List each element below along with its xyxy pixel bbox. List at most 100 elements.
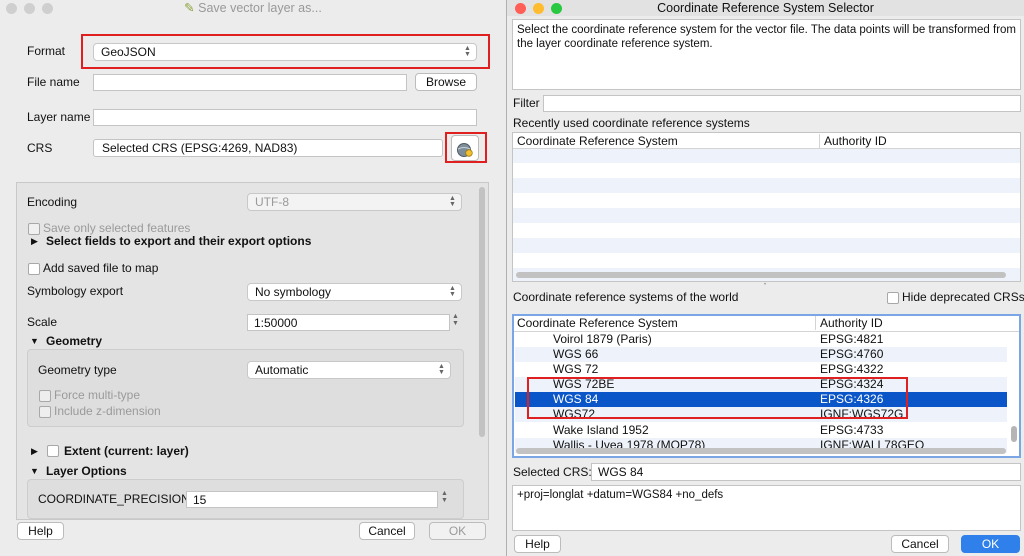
crs-field[interactable]: Selected CRS (EPSG:4269, NAD83): [93, 139, 443, 157]
recent-table-header: Coordinate Reference System Authority ID: [513, 133, 1020, 149]
crs-authority-id: EPSG:4733: [820, 423, 884, 437]
description-box: Select the coordinate reference system f…: [512, 19, 1021, 90]
force-multi-checkbox[interactable]: [39, 390, 51, 402]
geometry-type-combobox[interactable]: Automatic ▲ ▼: [247, 361, 451, 379]
coord-precision-spinner-icon[interactable]: ▲ ▼: [441, 490, 448, 504]
description-text: Select the coordinate reference system f…: [517, 24, 1016, 50]
filter-label: Filter: [513, 96, 540, 110]
world-vscrollbar[interactable]: [1011, 426, 1017, 442]
coord-precision-field[interactable]: 15: [186, 491, 438, 508]
crs-button-annotation-box: [445, 132, 487, 163]
geometry-type-value: Automatic: [255, 363, 309, 377]
left-titlebar: ✎ Save vector layer as...: [0, 0, 506, 16]
add-saved-label: Add saved file to map: [43, 261, 159, 275]
layer-options-collapse-icon[interactable]: ▼: [30, 466, 39, 476]
minimize-window-button[interactable]: [533, 3, 544, 14]
selected-crs-value: WGS 84: [598, 465, 644, 479]
close-window-button[interactable]: [6, 3, 17, 14]
crs-selector-dialog: Coordinate Reference System Selector Sel…: [506, 0, 1024, 556]
crs-authority-id: EPSG:4322: [820, 362, 884, 376]
crs-name: Voirol 1879 (Paris): [553, 332, 652, 346]
left-help-button[interactable]: Help: [17, 522, 64, 540]
right-titlebar: Coordinate Reference System Selector: [507, 0, 1024, 16]
left-cancel-button[interactable]: Cancel: [359, 522, 415, 540]
format-label: Format: [27, 44, 66, 58]
scale-value: 1:50000: [254, 316, 298, 330]
add-saved-checkbox[interactable]: [28, 263, 40, 275]
symbology-chevron-icon: ▲ ▼: [449, 285, 456, 298]
geometry-type-label: Geometry type: [38, 363, 117, 377]
coord-precision-value: 15: [193, 493, 207, 507]
world-col-auth[interactable]: Authority ID: [815, 316, 883, 330]
include-z-label: Include z-dimension: [54, 404, 161, 418]
table-row[interactable]: WGS 66 EPSG:4760: [515, 347, 1007, 362]
layername-input[interactable]: [93, 109, 477, 126]
browse-button[interactable]: Browse: [415, 73, 477, 91]
filename-input[interactable]: [93, 74, 407, 91]
selected-crs-label: Selected CRS:: [513, 465, 592, 479]
world-table-header: Coordinate Reference System Authority ID: [514, 316, 1019, 332]
qgis-pencil-icon: ✎: [184, 1, 195, 15]
geometry-header[interactable]: Geometry: [46, 334, 102, 348]
options-scrollbar[interactable]: [479, 187, 485, 437]
save-vector-layer-dialog: ✎ Save vector layer as... Format GeoJSON…: [0, 0, 506, 556]
table-row[interactable]: Voirol 1879 (Paris) EPSG:4821: [515, 332, 1007, 347]
zoom-window-button[interactable]: [551, 3, 562, 14]
recent-hscrollbar[interactable]: [516, 272, 1006, 278]
world-crs-label: Coordinate reference systems of the worl…: [513, 290, 739, 304]
right-help-button[interactable]: Help: [514, 535, 561, 553]
encoding-combobox[interactable]: UTF-8 ▲ ▼: [247, 193, 462, 211]
save-selected-checkbox[interactable]: [28, 223, 40, 235]
crs-name: Wake Island 1952: [553, 423, 649, 437]
symbology-combobox[interactable]: No symbology ▲ ▼: [247, 283, 462, 301]
extent-checkbox[interactable]: [47, 445, 59, 457]
recent-crs-label: Recently used coordinate reference syste…: [513, 116, 750, 130]
world-col-crs[interactable]: Coordinate Reference System: [517, 316, 678, 330]
right-window-title: Coordinate Reference System Selector: [657, 1, 874, 15]
close-window-button[interactable]: [515, 3, 526, 14]
recent-col-auth[interactable]: Authority ID: [819, 134, 887, 148]
encoding-value: UTF-8: [255, 195, 289, 209]
table-row[interactable]: Wake Island 1952 EPSG:4733: [515, 423, 1007, 438]
zoom-window-button[interactable]: [42, 3, 53, 14]
layername-label: Layer name: [27, 110, 91, 124]
left-ok-button[interactable]: OK: [429, 522, 486, 540]
table-row[interactable]: WGS 72 EPSG:4322: [515, 362, 1007, 377]
select-fields-expand-icon[interactable]: ▶: [31, 236, 38, 247]
include-z-checkbox[interactable]: [39, 406, 51, 418]
crs-name: WGS 66: [553, 347, 599, 361]
encoding-label: Encoding: [27, 195, 78, 209]
filename-label: File name: [27, 75, 80, 89]
recent-crs-table[interactable]: Coordinate Reference System Authority ID: [512, 132, 1021, 282]
right-ok-button[interactable]: OK: [961, 535, 1020, 553]
coord-precision-label: COORDINATE_PRECISION: [38, 492, 190, 506]
splitter-handle[interactable]: •: [764, 282, 770, 288]
layer-options-header[interactable]: Layer Options: [46, 464, 127, 478]
scale-label: Scale: [27, 315, 58, 329]
geometry-type-chevron-icon: ▲ ▼: [438, 363, 445, 376]
crs-authority-id: EPSG:4760: [820, 347, 884, 361]
select-fields-header[interactable]: Select fields to export and their export…: [46, 234, 311, 248]
extent-expand-icon[interactable]: ▶: [31, 446, 38, 457]
proj-definition-box: +proj=longlat +datum=WGS84 +no_defs: [512, 485, 1021, 531]
filter-input[interactable]: [543, 95, 1021, 112]
recent-col-crs[interactable]: Coordinate Reference System: [517, 134, 678, 148]
geometry-collapse-icon[interactable]: ▼: [30, 336, 39, 346]
selected-crs-field: WGS 84: [591, 463, 1021, 481]
crs-value: Selected CRS (EPSG:4269, NAD83): [102, 141, 298, 155]
scale-field[interactable]: 1:50000: [247, 314, 450, 331]
left-window-title: Save vector layer as...: [198, 1, 322, 15]
encoding-chevron-icon: ▲ ▼: [449, 195, 456, 208]
hide-deprecated-label: Hide deprecated CRSs: [902, 290, 1024, 304]
extent-header[interactable]: Extent (current: layer): [64, 444, 189, 458]
world-hscrollbar[interactable]: [516, 448, 1006, 454]
proj-string: +proj=longlat +datum=WGS84 +no_defs: [517, 489, 724, 501]
scale-spinner-icon[interactable]: ▲ ▼: [452, 313, 459, 327]
format-annotation-box: [81, 34, 490, 69]
minimize-window-button[interactable]: [24, 3, 35, 14]
crs-label: CRS: [27, 141, 53, 155]
hide-deprecated-checkbox[interactable]: [887, 292, 899, 304]
right-cancel-button[interactable]: Cancel: [891, 535, 949, 553]
wgs84-annotation-box: [527, 377, 908, 419]
crs-name: WGS 72: [553, 362, 599, 376]
